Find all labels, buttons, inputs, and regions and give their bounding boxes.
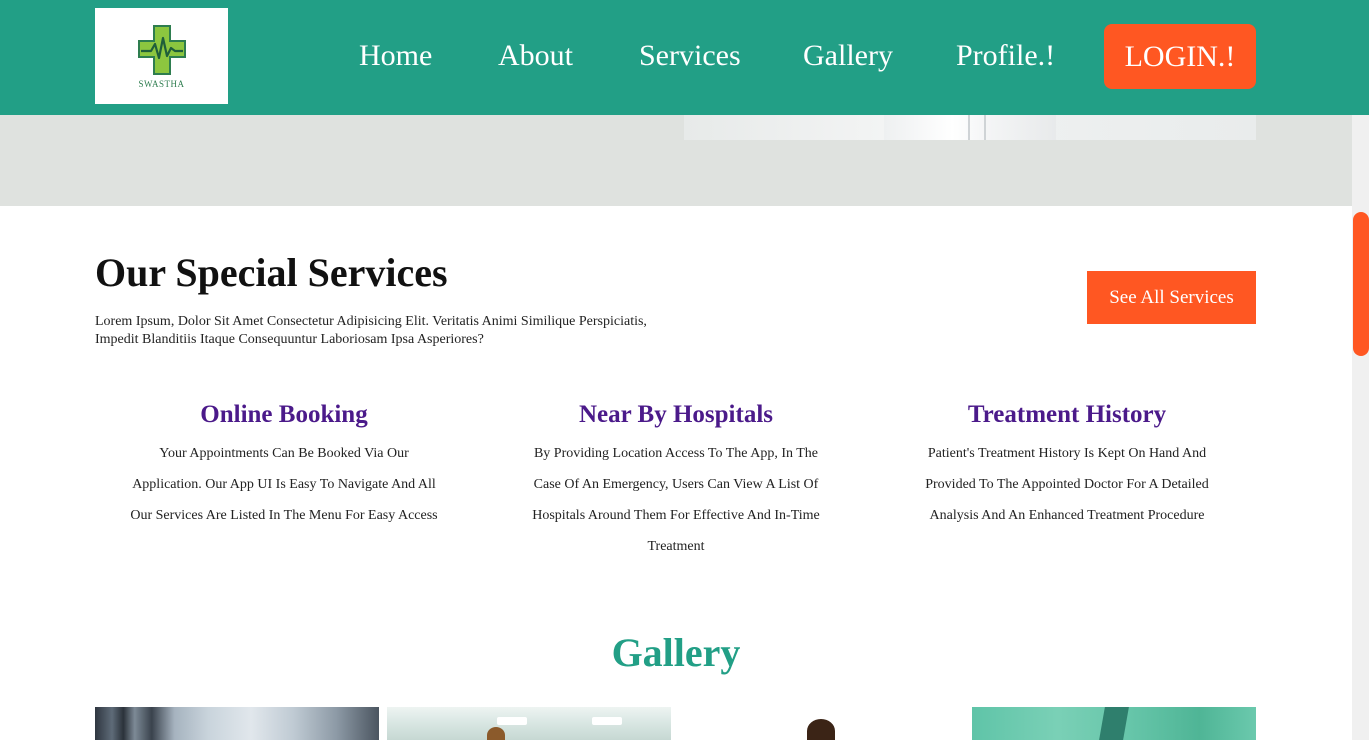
service-card-treatment-history: Treatment History Patient's Treatment Hi…: [897, 398, 1237, 531]
medical-cross-logo-icon: [137, 24, 186, 75]
logo-text: SWASTHA: [138, 78, 185, 89]
logo[interactable]: SWASTHA: [95, 8, 228, 104]
see-all-services-button[interactable]: See All Services: [1087, 271, 1256, 324]
scrubs-collar: [1099, 707, 1129, 740]
doctor-coat-image: [884, 115, 1056, 140]
gallery-title: Gallery: [611, 630, 741, 675]
nav-about[interactable]: About: [498, 36, 573, 76]
gallery-image-ward[interactable]: [387, 707, 671, 740]
scrollbar-thumb[interactable]: [1353, 212, 1369, 356]
service-card-title: Online Booking: [200, 401, 368, 428]
person-head: [807, 719, 835, 740]
nav-gallery[interactable]: Gallery: [803, 36, 893, 76]
service-card-title: Treatment History: [967, 401, 1167, 428]
nav-profile[interactable]: Profile.!: [956, 36, 1055, 76]
service-card-near-by-hospitals: Near By Hospitals By Providing Location …: [506, 398, 846, 562]
site-header: SWASTHA Home About Services Gallery Prof…: [0, 0, 1369, 115]
login-button[interactable]: LOGIN.!: [1104, 24, 1256, 89]
service-card-title: Near By Hospitals: [579, 401, 773, 428]
gallery-image-hallway[interactable]: [95, 707, 379, 740]
nav-home[interactable]: Home: [359, 36, 432, 76]
services-title: Our Special Services: [95, 250, 448, 295]
gallery-image-doctor[interactable]: [679, 707, 963, 740]
services-description: Lorem Ipsum, Dolor Sit Amet Consectetur …: [95, 314, 647, 347]
service-card-text: Patient's Treatment History Is Kept On H…: [925, 446, 1209, 523]
hero-doctor-image: [684, 115, 1256, 140]
scrollbar-track[interactable]: [1352, 115, 1369, 740]
ceiling-light: [592, 717, 622, 725]
nav-services[interactable]: Services: [639, 36, 741, 76]
gallery-image-scrubs[interactable]: [972, 707, 1256, 740]
service-card-online-booking: Online Booking Your Appointments Can Be …: [114, 398, 454, 531]
service-card-text: Your Appointments Can Be Booked Via Our …: [130, 446, 438, 523]
hero-section: [0, 115, 1352, 206]
person-head: [487, 727, 505, 740]
ceiling-light: [497, 717, 527, 725]
service-card-text: By Providing Location Access To The App,…: [532, 446, 820, 554]
